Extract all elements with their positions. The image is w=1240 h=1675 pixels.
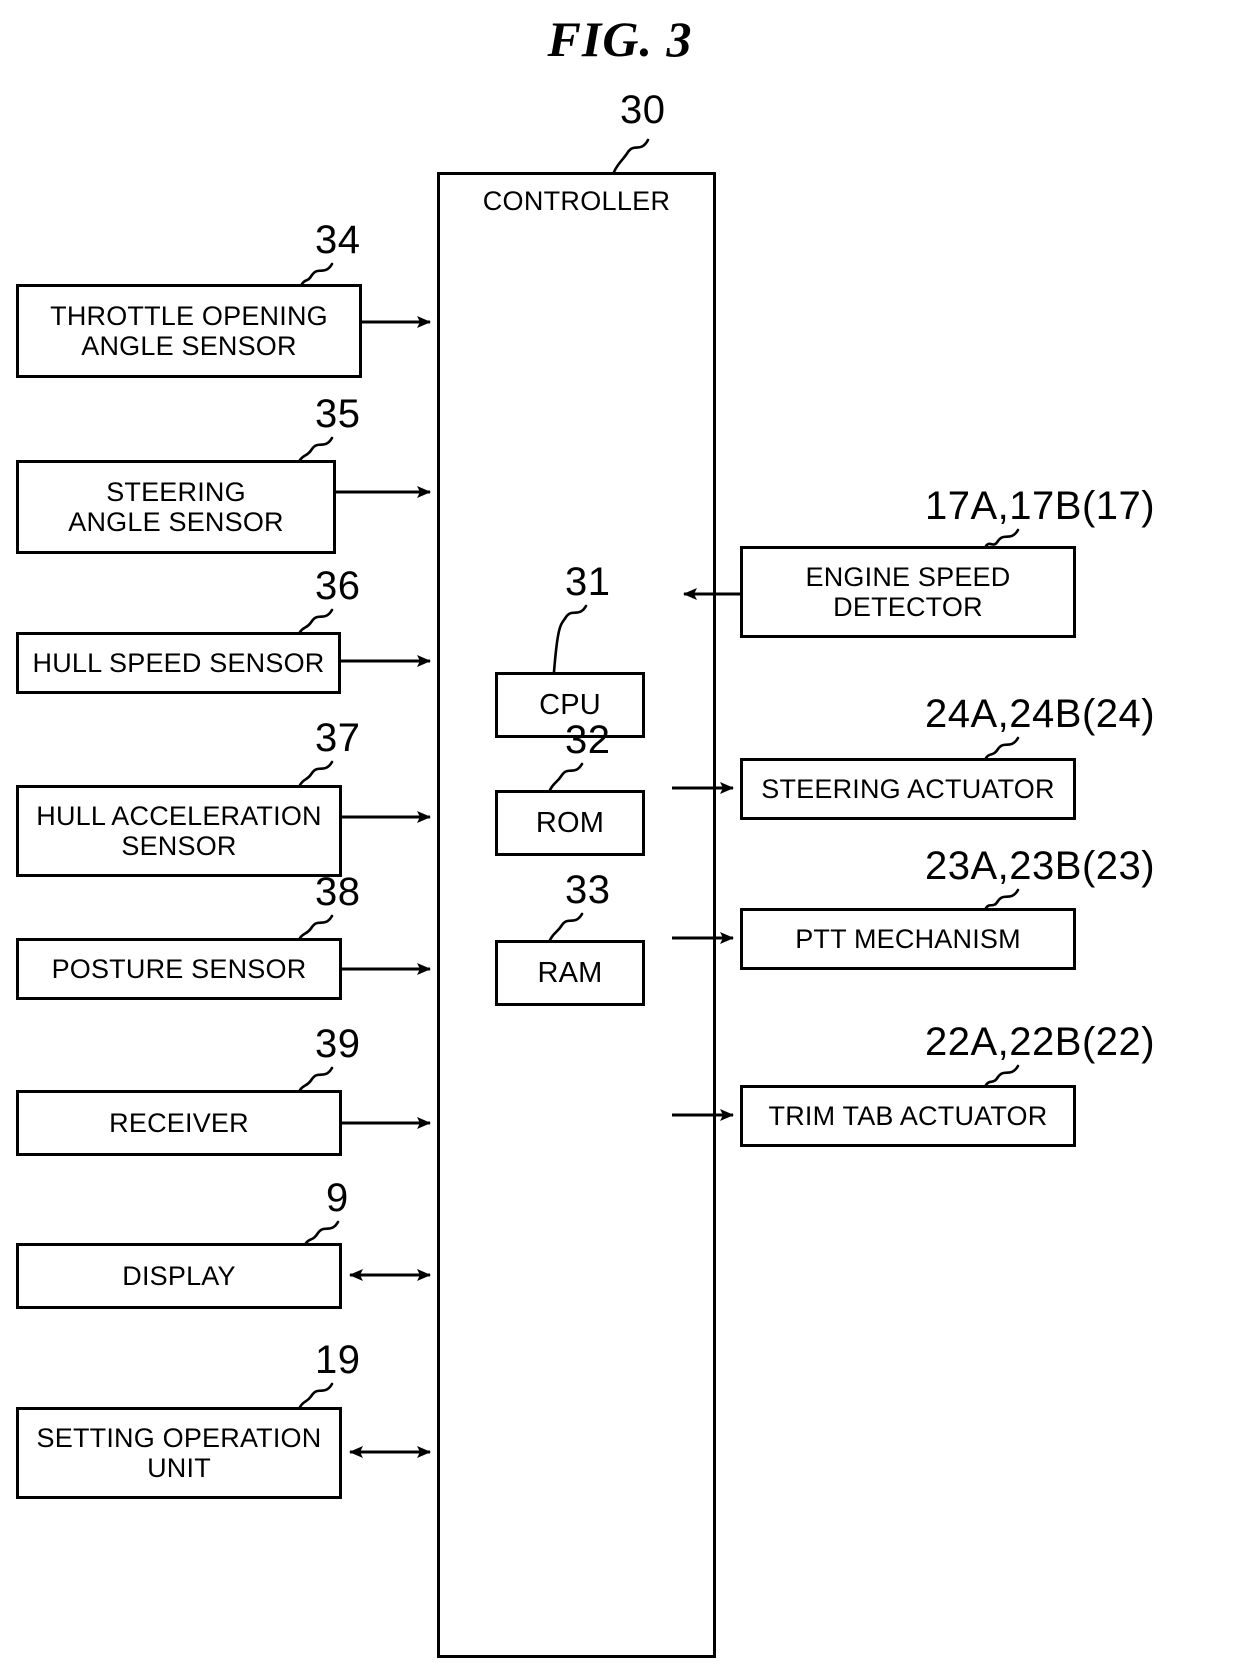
ref-numeral-31: 31	[565, 560, 611, 604]
trim-tab-actuator-box[interactable]: TRIM TAB ACTUATOR	[740, 1085, 1076, 1147]
throttle-opening-angle-sensor-box[interactable]: THROTTLE OPENING ANGLE SENSOR	[16, 284, 362, 378]
ref-numeral-34: 34	[315, 218, 361, 262]
controller-box	[437, 172, 716, 1658]
steering-angle-sensor-box[interactable]: STEERING ANGLE SENSOR	[16, 460, 336, 554]
engine-speed-detector-box[interactable]: ENGINE SPEED DETECTOR	[740, 546, 1076, 638]
hull-speed-sensor-label: HULL SPEED SENSOR	[32, 647, 325, 678]
controller-label: CONTROLLER	[482, 186, 671, 216]
leader-37	[298, 760, 334, 787]
ram-box[interactable]: RAM	[495, 940, 645, 1006]
ref-numeral-38: 38	[315, 870, 361, 914]
leader-17	[984, 528, 1020, 548]
receiver-label: RECEIVER	[109, 1107, 249, 1138]
leader-38	[298, 914, 334, 940]
ref-numeral-37: 37	[315, 716, 361, 760]
ref-numeral-17: 17A,17B(17)	[925, 484, 1156, 528]
hull-speed-sensor-box[interactable]: HULL SPEED SENSOR	[16, 632, 341, 694]
hull-acceleration-sensor-box[interactable]: HULL ACCELERATION SENSOR	[16, 785, 342, 877]
patent-figure: FIG. 3 CONTROLLER 30 THROTTLE OPENING AN…	[0, 0, 1240, 1675]
ref-numeral-23: 23A,23B(23)	[925, 844, 1156, 888]
setting-operation-unit-box[interactable]: SETTING OPERATION UNIT	[16, 1407, 342, 1499]
steering-angle-sensor-label: STEERING ANGLE SENSOR	[68, 476, 284, 537]
ptt-mechanism-box[interactable]: PTT MECHANISM	[740, 908, 1076, 970]
ref-numeral-22: 22A,22B(22)	[925, 1020, 1156, 1064]
ref-numeral-24: 24A,24B(24)	[925, 692, 1156, 736]
leader-22	[984, 1064, 1020, 1087]
leader-34	[300, 262, 334, 286]
engine-speed-detector-label: ENGINE SPEED DETECTOR	[805, 561, 1011, 622]
leader-36	[298, 608, 334, 634]
setting-operation-unit-label: SETTING OPERATION UNIT	[36, 1422, 322, 1483]
leader-35	[298, 436, 334, 462]
hull-acceleration-sensor-label: HULL ACCELERATION SENSOR	[36, 800, 322, 861]
ref-numeral-33: 33	[565, 868, 611, 912]
figure-title: FIG. 3	[547, 11, 693, 67]
posture-sensor-box[interactable]: POSTURE SENSOR	[16, 938, 342, 1000]
ptt-mechanism-label: PTT MECHANISM	[795, 923, 1021, 954]
steering-actuator-box[interactable]: STEERING ACTUATOR	[740, 758, 1076, 820]
steering-actuator-label: STEERING ACTUATOR	[761, 773, 1055, 804]
leader-19	[298, 1382, 334, 1409]
leader-30	[612, 138, 650, 174]
ref-numeral-19: 19	[315, 1338, 361, 1382]
receiver-box[interactable]: RECEIVER	[16, 1090, 342, 1156]
ref-numeral-32: 32	[565, 718, 611, 762]
ref-numeral-39: 39	[315, 1022, 361, 1066]
display-label: DISPLAY	[122, 1260, 236, 1291]
leader-24	[984, 736, 1020, 760]
leader-9	[304, 1220, 340, 1245]
throttle-opening-angle-sensor-label: THROTTLE OPENING ANGLE SENSOR	[50, 300, 328, 361]
display-box[interactable]: DISPLAY	[16, 1243, 342, 1309]
ref-numeral-36: 36	[315, 564, 361, 608]
leader-23	[984, 888, 1020, 910]
posture-sensor-label: POSTURE SENSOR	[51, 953, 307, 984]
trim-tab-actuator-label: TRIM TAB ACTUATOR	[768, 1100, 1048, 1131]
ref-numeral-35: 35	[315, 392, 361, 436]
rom-box[interactable]: ROM	[495, 790, 645, 856]
rom-label: ROM	[535, 806, 605, 839]
ref-numeral-30: 30	[620, 88, 666, 132]
leader-39	[298, 1066, 334, 1092]
ref-numeral-9: 9	[326, 1176, 349, 1220]
ram-label: RAM	[537, 956, 603, 989]
cpu-label: CPU	[539, 688, 601, 721]
